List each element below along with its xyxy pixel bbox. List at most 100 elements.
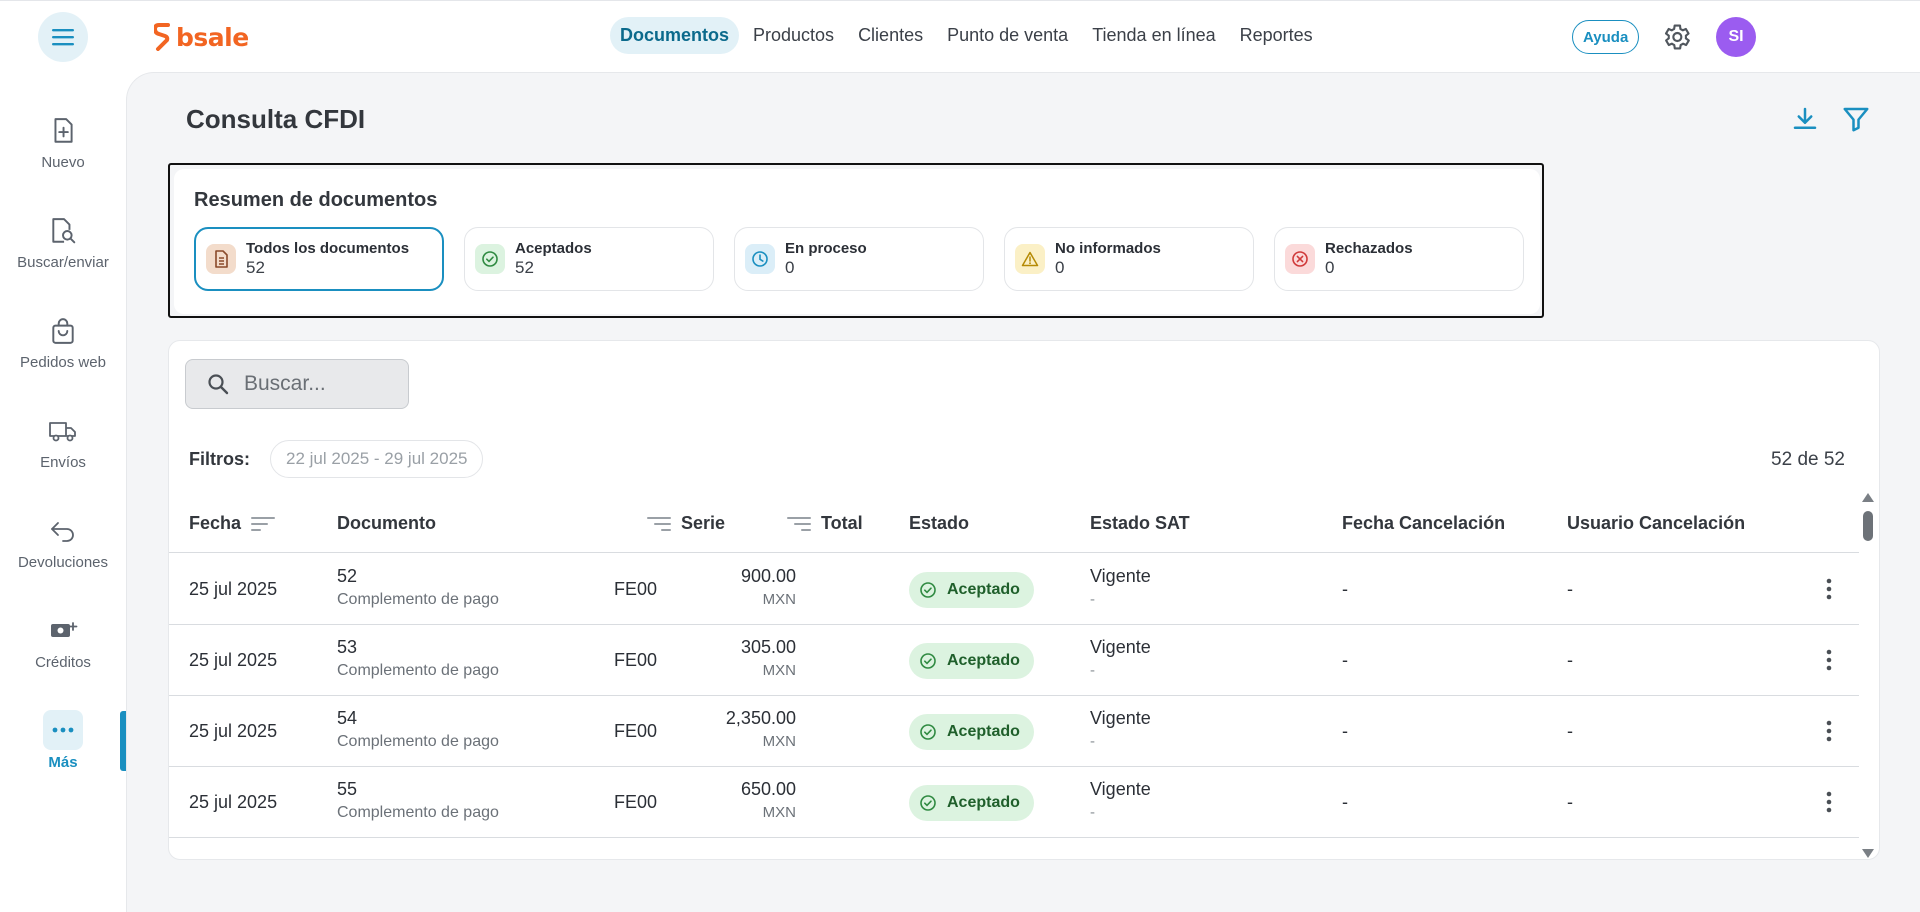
file-plus-icon bbox=[48, 116, 78, 146]
column-label: Total bbox=[821, 513, 863, 533]
document-type: Complemento de pago bbox=[337, 591, 499, 608]
sidebar-item-creditos[interactable]: Créditos bbox=[0, 616, 126, 671]
truck-icon bbox=[48, 416, 78, 446]
sat-status: Vigente bbox=[1090, 708, 1151, 728]
nav-punto-de-venta[interactable]: Punto de venta bbox=[937, 17, 1078, 54]
sidebar-item-mas[interactable]: Más bbox=[0, 710, 126, 771]
table-row[interactable]: 25 jul 2025 53 Complemento de pago FE00 3… bbox=[169, 625, 1859, 696]
filter-button[interactable] bbox=[1841, 104, 1871, 134]
nav-reportes[interactable]: Reportes bbox=[1230, 17, 1323, 54]
card-rechazados[interactable]: Rechazados 0 bbox=[1274, 227, 1524, 291]
return-arrow-icon bbox=[48, 516, 78, 546]
search-box[interactable] bbox=[185, 359, 409, 409]
sat-status-detail: - bbox=[1090, 804, 1095, 821]
cell-fecha: 25 jul 2025 bbox=[189, 579, 278, 599]
column-label: Serie bbox=[681, 513, 726, 533]
table-row[interactable]: 25 jul 2025 54 Complemento de pago FE00 2… bbox=[169, 696, 1859, 767]
sort-icon[interactable] bbox=[251, 515, 276, 533]
cell-estado-sat: Vigente - bbox=[1090, 779, 1151, 821]
sidebar: Nuevo Buscar/enviar Pedidos web Envíos D… bbox=[0, 72, 126, 912]
cell-usuario-cancelacion: - bbox=[1567, 792, 1573, 812]
download-button[interactable] bbox=[1790, 104, 1820, 134]
card-count: 0 bbox=[1325, 258, 1335, 277]
filter-icon bbox=[1843, 107, 1869, 132]
results-count: 52 de 52 bbox=[1771, 449, 1845, 470]
status-badge: Aceptado bbox=[909, 643, 1034, 679]
cell-serie: FE00 bbox=[613, 792, 657, 812]
main-navigation: Documentos Productos Clientes Punto de v… bbox=[610, 17, 1323, 54]
nav-clientes[interactable]: Clientes bbox=[848, 17, 933, 54]
cell-serie: FE00 bbox=[613, 650, 657, 670]
nav-documentos[interactable]: Documentos bbox=[610, 17, 740, 54]
table-row[interactable]: 25 jul 2025 52 Complemento de pago FE00 9… bbox=[169, 554, 1859, 625]
sat-status: Vigente bbox=[1090, 566, 1151, 586]
user-avatar[interactable]: SI bbox=[1716, 17, 1756, 57]
document-number: 53 bbox=[337, 637, 358, 657]
sat-status-detail: - bbox=[1090, 662, 1095, 679]
check-circle-icon bbox=[920, 795, 936, 811]
status-label: Aceptado bbox=[947, 652, 1020, 669]
card-todos-los-documentos[interactable]: Todos los documentos 52 bbox=[194, 227, 444, 291]
check-circle-icon bbox=[920, 582, 936, 598]
card-count: 0 bbox=[1055, 258, 1065, 277]
column-header-serie[interactable]: Serie bbox=[647, 513, 725, 534]
table-header: Fecha Documento Serie Total Estado Estad… bbox=[169, 493, 1859, 553]
sidebar-item-pedidos-web[interactable]: Pedidos web bbox=[0, 316, 126, 371]
brand-name: bsale bbox=[176, 22, 249, 52]
cell-documento: 53 Complemento de pago bbox=[337, 637, 499, 680]
sidebar-item-buscar-enviar[interactable]: Buscar/enviar bbox=[0, 216, 126, 271]
bsale-logo[interactable]: bsale bbox=[154, 21, 249, 53]
row-actions-button[interactable] bbox=[1815, 646, 1843, 674]
hamburger-menu-button[interactable] bbox=[38, 12, 88, 62]
cell-total: 650.00 MXN bbox=[741, 779, 796, 821]
row-actions-button[interactable] bbox=[1815, 575, 1843, 603]
card-label: En proceso bbox=[785, 240, 867, 257]
page-title: Consulta CFDI bbox=[186, 104, 366, 134]
nav-tienda-en-linea[interactable]: Tienda en línea bbox=[1082, 17, 1225, 54]
top-bar: bsale Documentos Productos Clientes Punt… bbox=[0, 0, 1920, 72]
help-button[interactable]: Ayuda bbox=[1572, 20, 1640, 54]
scroll-thumb[interactable] bbox=[1863, 511, 1873, 541]
column-header-total[interactable]: Total bbox=[787, 513, 863, 534]
column-label: Usuario Cancelación bbox=[1567, 513, 1746, 533]
more-vertical-icon bbox=[1826, 720, 1832, 742]
date-range-filter-chip[interactable]: 22 jul 2025 - 29 jul 2025 bbox=[270, 440, 484, 478]
document-number: 55 bbox=[337, 779, 358, 799]
card-en-proceso[interactable]: En proceso 0 bbox=[734, 227, 984, 291]
cell-usuario-cancelacion: - bbox=[1567, 579, 1573, 599]
table-scrollbar[interactable] bbox=[1857, 493, 1879, 859]
sat-status: Vigente bbox=[1090, 637, 1151, 657]
sidebar-item-devoluciones[interactable]: Devoluciones bbox=[0, 516, 126, 571]
row-actions-button[interactable] bbox=[1815, 717, 1843, 745]
bsale-logo-mark-icon bbox=[154, 23, 170, 51]
sidebar-item-label: Envíos bbox=[40, 454, 86, 471]
sort-icon[interactable] bbox=[787, 515, 811, 533]
sort-icon[interactable] bbox=[647, 515, 671, 533]
row-actions-button[interactable] bbox=[1815, 788, 1843, 816]
column-label: Documento bbox=[337, 513, 436, 533]
document-icon bbox=[206, 244, 236, 274]
card-no-informados[interactable]: No informados 0 bbox=[1004, 227, 1254, 291]
sat-status-detail: - bbox=[1090, 591, 1095, 608]
column-header-fecha[interactable]: Fecha bbox=[189, 513, 276, 534]
cell-serie: FE00 bbox=[613, 721, 657, 741]
shopping-bag-icon bbox=[48, 316, 78, 346]
document-number: 52 bbox=[337, 566, 358, 586]
table-row[interactable]: 25 jul 2025 55 Complemento de pago FE00 6… bbox=[169, 767, 1859, 838]
nav-productos[interactable]: Productos bbox=[743, 17, 844, 54]
status-label: Aceptado bbox=[947, 581, 1020, 598]
cell-estado-sat: Vigente - bbox=[1090, 566, 1151, 608]
settings-button[interactable] bbox=[1660, 21, 1692, 53]
sidebar-item-envios[interactable]: Envíos bbox=[0, 416, 126, 471]
card-aceptados[interactable]: Aceptados 52 bbox=[464, 227, 714, 291]
column-label: Fecha Cancelación bbox=[1342, 513, 1506, 533]
sidebar-item-nuevo[interactable]: Nuevo bbox=[0, 116, 126, 171]
search-input[interactable] bbox=[244, 372, 394, 396]
cell-total: 2,350.00 MXN bbox=[726, 708, 796, 750]
column-header-documento: Documento bbox=[337, 513, 436, 534]
column-header-usuario-cancelacion: Usuario Cancelación bbox=[1567, 513, 1745, 534]
x-circle-icon bbox=[1285, 244, 1315, 274]
scroll-down-arrow-icon[interactable] bbox=[1862, 849, 1874, 858]
money-plus-icon bbox=[48, 616, 78, 646]
scroll-up-arrow-icon[interactable] bbox=[1862, 493, 1874, 502]
